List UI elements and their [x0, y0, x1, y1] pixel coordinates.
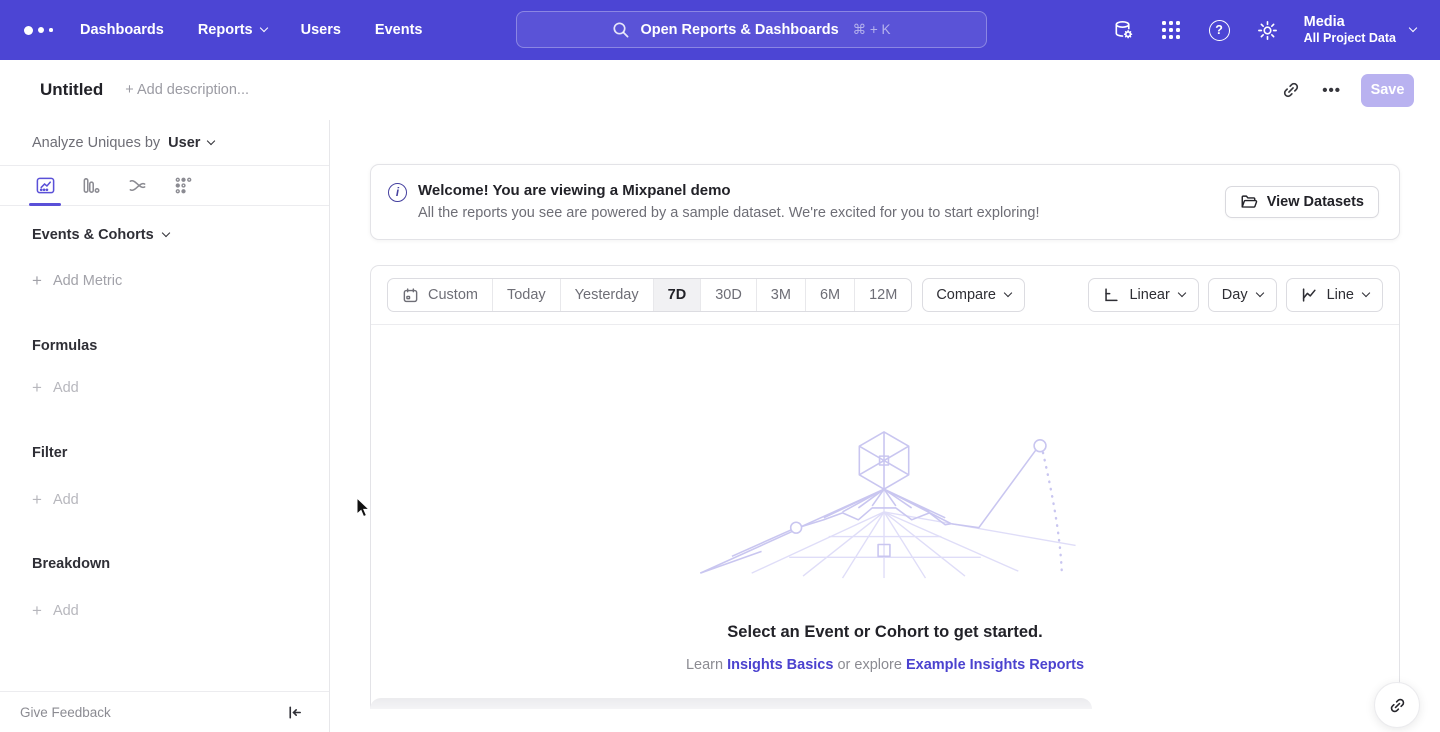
report-title[interactable]: Untitled	[40, 80, 103, 100]
analyze-row: Analyze Uniques by User	[0, 120, 329, 165]
settings-gear-icon[interactable]	[1256, 19, 1279, 42]
range-3m[interactable]: 3M	[756, 279, 805, 311]
top-nav: Dashboards Reports Users Events Open Rep…	[0, 0, 1440, 60]
share-link-fab[interactable]	[1374, 682, 1420, 728]
chart-type-tabs	[0, 165, 329, 206]
project-selector[interactable]: Media All Project Data	[1304, 13, 1416, 47]
search-icon	[612, 21, 630, 39]
data-management-icon[interactable]	[1112, 19, 1135, 42]
chart-toolbar: Custom Today Yesterday 7D 30D 3M 6M 12M …	[371, 266, 1399, 325]
project-scope: All Project Data	[1304, 31, 1396, 47]
analyze-label: Analyze Uniques by	[32, 135, 160, 151]
plus-icon: +	[32, 602, 42, 619]
info-icon: i	[388, 183, 407, 202]
scale-selector[interactable]: Linear	[1088, 278, 1198, 312]
add-metric-button[interactable]: + Add Metric	[32, 272, 297, 289]
banner-subtitle: All the reports you see are powered by a…	[418, 205, 1040, 221]
folder-icon	[1240, 193, 1258, 211]
chart-display-controls: Linear Day Line	[1088, 278, 1383, 312]
section-events-cohorts[interactable]: Events & Cohorts	[32, 227, 297, 243]
chart-type-selector[interactable]: Line	[1286, 278, 1383, 312]
give-feedback-link[interactable]: Give Feedback	[20, 705, 111, 720]
nav-item-dashboards[interactable]: Dashboards	[80, 22, 164, 38]
plus-icon: +	[32, 272, 42, 289]
nav-item-users[interactable]: Users	[301, 22, 341, 38]
report-header: Untitled + Add description... ••• Save	[0, 60, 1440, 120]
section-formulas: Formulas	[32, 338, 297, 354]
wireframe-illustration	[690, 425, 1080, 583]
chevron-down-icon	[1004, 289, 1012, 297]
add-formula-button[interactable]: + Add	[32, 379, 297, 396]
plus-icon: +	[32, 491, 42, 508]
query-builder-sidebar: Analyze Uniques by User Events & Cohorts	[0, 120, 330, 732]
range-6m[interactable]: 6M	[805, 279, 854, 311]
add-breakdown-button[interactable]: + Add	[32, 602, 297, 619]
nav-right: ? Media All Project Data	[1112, 13, 1416, 47]
apps-grid-icon[interactable]	[1160, 19, 1183, 42]
link-icon	[1384, 692, 1411, 719]
tab-metrics-icon[interactable]	[160, 166, 206, 205]
chevron-down-icon	[1178, 289, 1186, 297]
report-main: i Welcome! You are viewing a Mixpanel de…	[330, 120, 1440, 732]
search-shortcut: ⌘ + K	[853, 22, 891, 38]
section-breakdown: Breakdown	[32, 556, 297, 572]
copy-link-icon[interactable]	[1278, 77, 1304, 103]
range-custom[interactable]: Custom	[388, 279, 492, 311]
axis-icon	[1102, 286, 1120, 304]
insights-chart-card: Custom Today Yesterday 7D 30D 3M 6M 12M …	[370, 265, 1400, 709]
search-placeholder: Open Reports & Dashboards	[640, 22, 838, 38]
calendar-icon	[402, 287, 419, 304]
chevron-down-icon	[1409, 24, 1417, 32]
range-7d[interactable]: 7D	[653, 279, 701, 311]
range-12m[interactable]: 12M	[854, 279, 911, 311]
nav-item-reports[interactable]: Reports	[198, 22, 267, 38]
collapse-sidebar-icon[interactable]	[286, 704, 303, 721]
banner-title: Welcome! You are viewing a Mixpanel demo	[418, 182, 1040, 199]
project-name: Media	[1304, 13, 1396, 31]
primary-nav: Dashboards Reports Users Events	[80, 22, 422, 38]
sidebar-footer: Give Feedback	[0, 691, 329, 732]
global-search-input[interactable]: Open Reports & Dashboards ⌘ + K	[516, 11, 987, 48]
date-range-segmented-control: Custom Today Yesterday 7D 30D 3M 6M 12M	[387, 278, 912, 312]
plus-icon: +	[32, 379, 42, 396]
chevron-down-icon	[1255, 289, 1263, 297]
example-reports-link[interactable]: Example Insights Reports	[906, 657, 1084, 673]
nav-item-events[interactable]: Events	[375, 22, 423, 38]
report-description-placeholder[interactable]: + Add description...	[125, 82, 249, 98]
range-yesterday[interactable]: Yesterday	[560, 279, 653, 311]
line-chart-icon	[1300, 286, 1318, 304]
demo-banner: i Welcome! You are viewing a Mixpanel de…	[370, 164, 1400, 240]
empty-state: Select an Event or Cohort to get started…	[371, 425, 1399, 673]
tab-flows-icon[interactable]	[114, 166, 160, 205]
save-button[interactable]: Save	[1361, 74, 1414, 107]
chevron-down-icon	[259, 24, 267, 32]
more-menu-button[interactable]: •••	[1322, 82, 1341, 99]
help-icon[interactable]: ?	[1208, 19, 1231, 42]
bottom-panel-edge[interactable]	[370, 698, 1092, 709]
chevron-down-icon	[1362, 289, 1370, 297]
range-today[interactable]: Today	[492, 279, 560, 311]
chevron-down-icon	[207, 136, 215, 144]
tab-insights-line-icon[interactable]	[22, 166, 68, 205]
chevron-down-icon	[161, 229, 169, 237]
empty-state-title: Select an Event or Cohort to get started…	[371, 623, 1399, 642]
interval-selector[interactable]: Day	[1208, 278, 1277, 312]
view-datasets-button[interactable]: View Datasets	[1225, 186, 1379, 218]
mixpanel-logo-icon[interactable]	[24, 26, 64, 35]
section-filter: Filter	[32, 445, 297, 461]
compare-button[interactable]: Compare	[922, 278, 1025, 312]
empty-state-links: Learn Insights Basics or explore Example…	[371, 657, 1399, 673]
tab-bar-chart-icon[interactable]	[68, 166, 114, 205]
range-30d[interactable]: 30D	[700, 279, 756, 311]
add-filter-button[interactable]: + Add	[32, 491, 297, 508]
analyze-unit-selector[interactable]: User	[168, 135, 214, 151]
insights-basics-link[interactable]: Insights Basics	[727, 657, 833, 673]
